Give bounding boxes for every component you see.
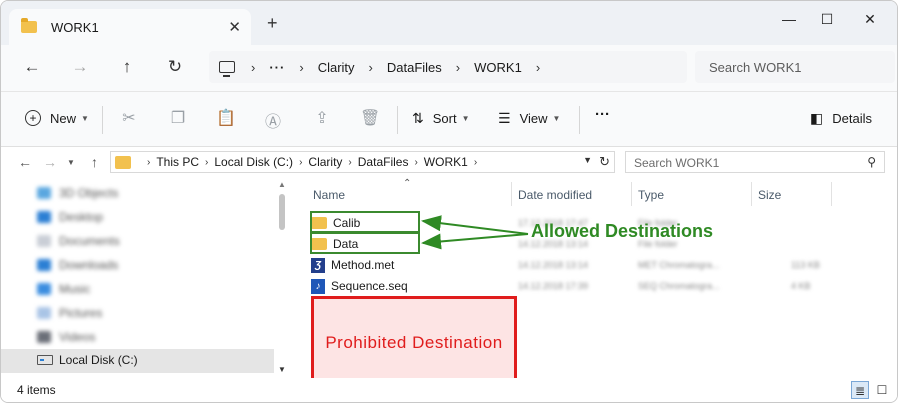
large-icons-view-icon[interactable]: ☐ bbox=[873, 381, 891, 399]
details-view-icon[interactable]: ≣ bbox=[851, 381, 869, 399]
status-bar: 4 items ≣ ☐ bbox=[1, 378, 897, 402]
file-explorer-window: WORK1 ✕ + — ☐ ✕ ← → ↑ ↻ › ··· › Clarity … bbox=[0, 0, 898, 403]
prohibited-destination-label: Prohibited Destination bbox=[325, 333, 503, 352]
prohibited-destination-area: Prohibited Destination bbox=[311, 296, 517, 390]
item-count: 4 items bbox=[17, 383, 56, 397]
arrow-to-data bbox=[421, 233, 529, 250]
arrow-to-calib bbox=[421, 215, 529, 235]
allowed-destinations-label: Allowed Destinations bbox=[531, 221, 714, 241]
